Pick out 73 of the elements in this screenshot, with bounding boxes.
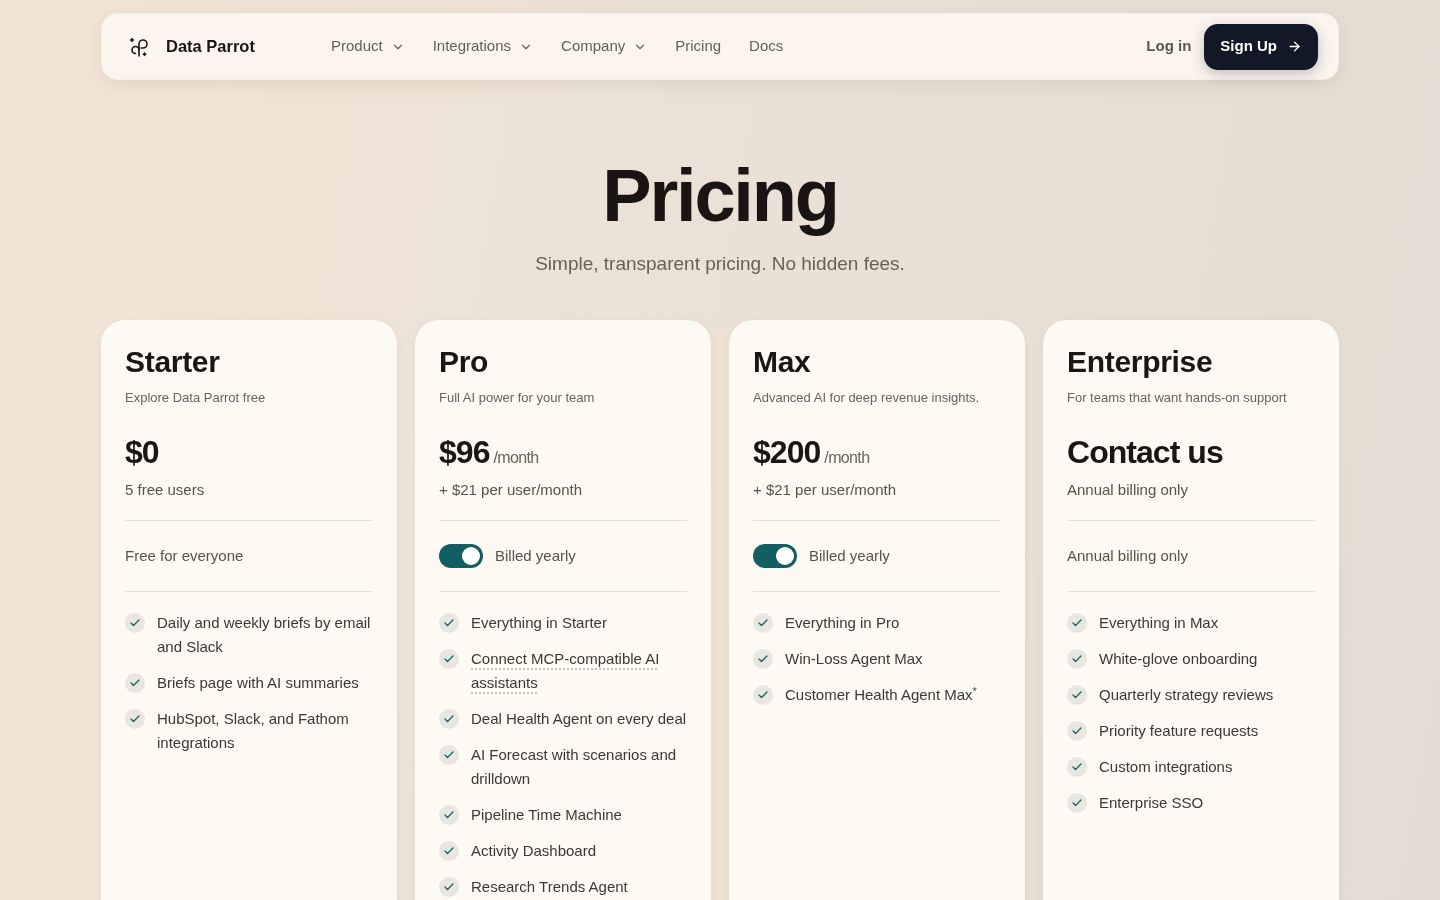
- feature-text: Win-Loss Agent Max: [785, 649, 923, 669]
- billing-label: Billed yearly: [809, 546, 890, 566]
- plan-price: Contact us: [1067, 433, 1223, 472]
- brand-name[interactable]: Data Parrot: [166, 34, 255, 59]
- plan-name: Max: [753, 344, 811, 380]
- feature-text: Quarterly strategy reviews: [1099, 685, 1274, 705]
- plan-price: $96: [439, 433, 490, 472]
- login-link[interactable]: Log in: [1146, 35, 1192, 58]
- billing-note: Annual billing only: [1067, 546, 1188, 566]
- plan-description: For teams that want hands-on support: [1067, 389, 1287, 407]
- price-note: + $21 per user/month: [439, 480, 582, 500]
- feature-text: White-glove onboarding: [1099, 649, 1258, 669]
- arrow-right-icon: [1287, 39, 1302, 54]
- check-icon: [439, 877, 459, 897]
- billing-note: Free for everyone: [125, 546, 244, 566]
- check-icon: [125, 709, 145, 729]
- check-icon: [1067, 793, 1087, 813]
- nav-link[interactable]: Pricing: [675, 35, 722, 58]
- check-icon: [439, 613, 459, 633]
- check-icon: [439, 841, 459, 861]
- feature-text: Deal Health Agent on every deal: [471, 709, 687, 729]
- price-period: /month: [493, 448, 539, 468]
- feature-text: Daily and weekly briefs by email and Slack: [157, 613, 372, 657]
- billing-label: Billed yearly: [495, 546, 576, 566]
- feature-text: Enterprise SSO: [1099, 793, 1204, 813]
- feature-text: Research Trends Agent: [471, 877, 628, 897]
- feature-text: Everything in Starter: [471, 613, 607, 633]
- check-icon: [439, 805, 459, 825]
- billing-toggle[interactable]: [753, 544, 797, 568]
- nav-link[interactable]: Product: [330, 35, 405, 58]
- feature-text: Customer Health Agent Max$^{*}$: [785, 683, 977, 705]
- feature-text: Briefs page with AI summaries: [157, 673, 359, 693]
- nav-link[interactable]: Company: [561, 35, 648, 58]
- check-icon: [439, 709, 459, 729]
- price-note: 5 free users: [125, 480, 205, 500]
- plan-description: Full AI power for your team: [439, 389, 595, 407]
- check-icon: [1067, 613, 1087, 633]
- feature-text: Custom integrations: [1099, 757, 1233, 777]
- check-icon: [439, 745, 459, 765]
- signup-button[interactable]: Sign Up: [1204, 23, 1318, 70]
- check-icon: [753, 685, 773, 705]
- feature-text: Pipeline Time Machine: [471, 805, 622, 825]
- nav-link[interactable]: Docs: [749, 35, 784, 58]
- plan-description: Advanced AI for deep revenue insights.: [753, 389, 980, 407]
- feature-text: Everything in Max: [1099, 613, 1219, 633]
- check-icon: [125, 673, 145, 693]
- feature-text: Activity Dashboard: [471, 841, 597, 861]
- plan-name: Enterprise: [1067, 344, 1213, 380]
- check-icon: [439, 649, 459, 669]
- feature-text: HubSpot, Slack, and Fathom integrations: [157, 709, 350, 753]
- price-note: + $21 per user/month: [753, 480, 896, 500]
- price-period: /month: [824, 448, 870, 468]
- plan-description: Explore Data Parrot free: [125, 389, 266, 407]
- check-icon: [125, 613, 145, 633]
- page-subtitle: Simple, transparent pricing. No hidden fees.: [535, 252, 905, 276]
- feature-text: Priority feature requests: [1099, 721, 1259, 741]
- check-icon: [753, 613, 773, 633]
- check-icon: [1067, 757, 1087, 777]
- feature-text: Connect MCP-compatible AI assistants: [471, 649, 661, 693]
- plan-price: $0: [125, 433, 159, 472]
- feature-text: AI Forecast with scenarios and drilldown: [471, 745, 678, 789]
- check-icon: [753, 649, 773, 669]
- price-note: Annual billing only: [1067, 480, 1188, 500]
- check-icon: [1067, 649, 1087, 669]
- billing-toggle[interactable]: [439, 544, 483, 568]
- plan-name: Pro: [439, 344, 489, 380]
- logo-icon: [127, 35, 149, 58]
- plan-price: $200: [753, 433, 821, 472]
- nav-link[interactable]: Integrations: [432, 35, 534, 58]
- check-icon: [1067, 685, 1087, 705]
- check-icon: [1067, 721, 1087, 741]
- plan-name: Starter: [125, 344, 220, 380]
- feature-text: Everything in Pro: [785, 613, 900, 633]
